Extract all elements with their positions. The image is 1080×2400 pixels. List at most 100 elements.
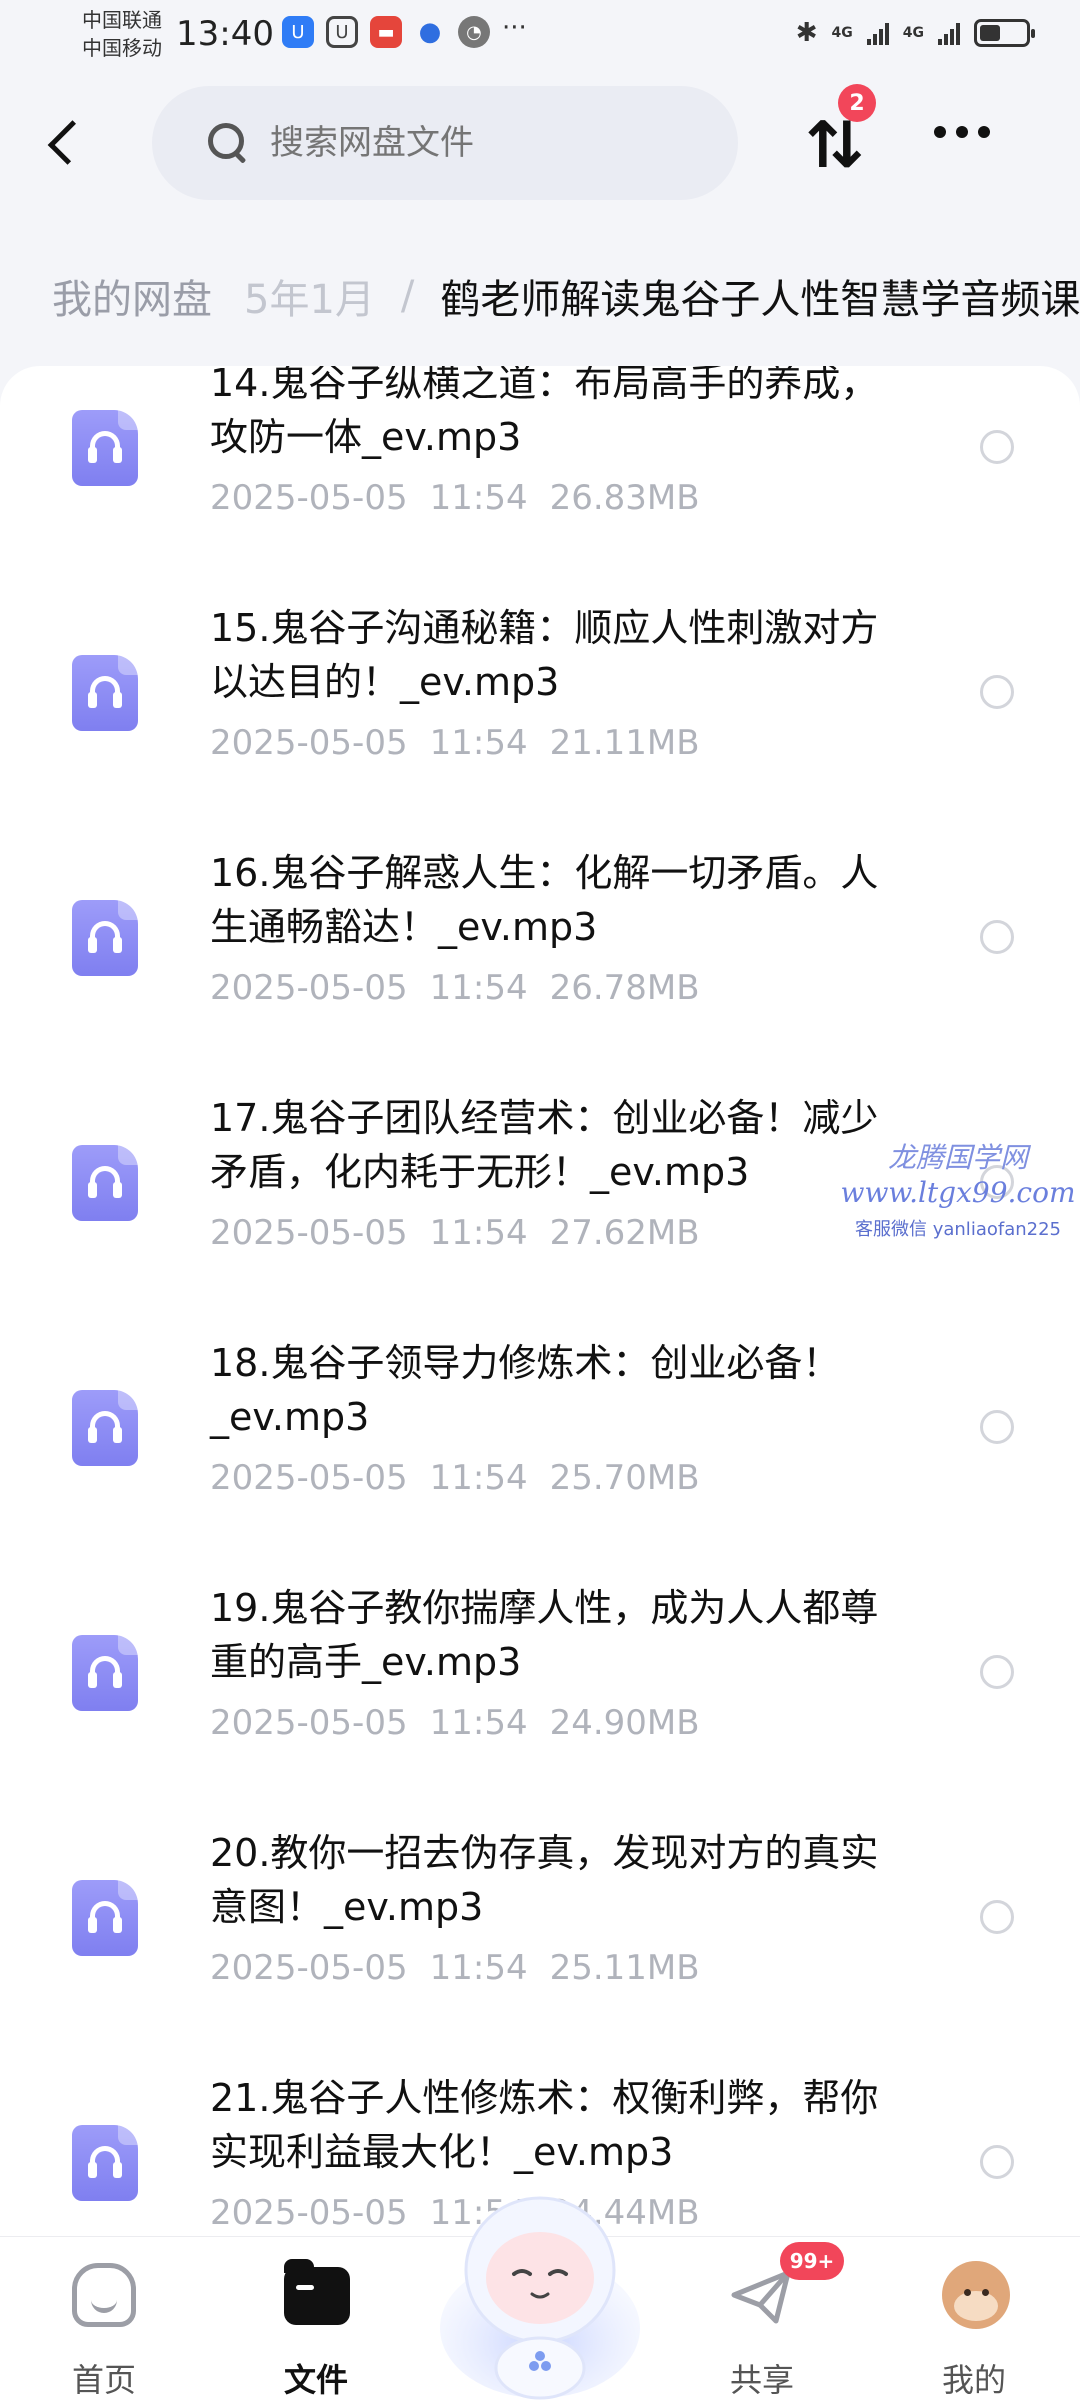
file-size: 21.11MB (549, 723, 700, 763)
breadcrumb-folder[interactable]: 5年1月 (244, 267, 375, 325)
back-button[interactable] (44, 112, 84, 172)
tab-home[interactable]: 首页 (34, 2237, 174, 2400)
headphones-icon (87, 431, 123, 465)
system-status: ✱ 4G 4G (795, 18, 1035, 48)
select-checkbox[interactable] (980, 1900, 1014, 1934)
more-notifications-icon: ··· (502, 13, 527, 43)
network-type-2: 4G (902, 25, 924, 41)
file-name: 14.鬼谷子纵横之道：布局高手的养成，攻防一体_ev.mp3 (210, 366, 879, 459)
tab-files-label: 文件 (283, 2361, 348, 2399)
breadcrumb-root[interactable]: 我的网盘 (52, 267, 212, 325)
file-date: 2025-05-05 (210, 1703, 408, 1743)
file-date: 2025-05-05 (210, 1213, 408, 1253)
tab-mine-label: 我的 (941, 2361, 1006, 2399)
baidu-paw-icon: ● (418, 17, 442, 47)
audio-file-icon (72, 655, 138, 731)
headphones-icon (87, 1901, 123, 1935)
bluetooth-icon: ✱ (795, 18, 818, 48)
select-checkbox[interactable] (980, 2145, 1014, 2179)
list-item[interactable]: 18.鬼谷子领导力修炼术：创业必备！_ev.mp3 2025-05-05 11:54… (0, 1336, 1080, 1581)
notification-icons: U U ▬ ● ◔ ··· (282, 13, 527, 48)
search-bar[interactable] (152, 86, 738, 200)
search-input[interactable] (270, 123, 690, 163)
file-meta: 2025-05-05 11:54 27.62MB (210, 1213, 700, 1253)
file-size: 27.62MB (549, 1213, 700, 1253)
headphones-icon (87, 1656, 123, 1690)
huawei-app-icon: ▬ (370, 16, 402, 48)
audio-file-icon (72, 1635, 138, 1711)
headphones-icon (87, 1411, 123, 1445)
carrier-info: 中国联通 中国移动 (82, 6, 162, 62)
file-size: 26.78MB (549, 968, 700, 1008)
app-notification-icon: U (282, 16, 314, 48)
battery-level (980, 25, 1000, 41)
headphones-icon (87, 2146, 123, 2180)
file-name: 20.教你一招去伪存真，发现对方的真实意图！_ev.mp3 (210, 1831, 879, 1929)
file-date: 2025-05-05 (210, 478, 408, 518)
transfer-count-badge: 2 (838, 84, 876, 122)
select-checkbox[interactable] (980, 1655, 1014, 1689)
tab-mine[interactable]: 我的 (904, 2237, 1044, 2400)
more-options-button[interactable] (934, 126, 990, 138)
file-name: 19.鬼谷子教你揣摩人性，成为人人都尊重的高手_ev.mp3 (210, 1586, 879, 1684)
file-size: 25.11MB (549, 1948, 700, 1988)
tab-share-label: 共享 (729, 2361, 794, 2399)
file-name: 16.鬼谷子解惑人生：化解一切矛盾。人生通畅豁达！_ev.mp3 (210, 851, 879, 949)
folder-icon (284, 2259, 350, 2325)
select-checkbox[interactable] (980, 1410, 1014, 1444)
battery-icon (974, 19, 1035, 47)
signal-icon-2 (938, 21, 960, 45)
watermark-title: 龙腾国学网 (887, 1141, 1028, 1174)
search-icon (208, 123, 248, 163)
watermark: 龙腾国学网 www.ltgx99.com 客服微信 yanliaofan225 (838, 1136, 1078, 1241)
status-bar: 中国联通 中国移动 13:40 U U ▬ ● ◔ ··· ✱ 4G 4G (0, 0, 1080, 72)
file-time: 11:54 (429, 968, 528, 1008)
file-time: 11:54 (429, 1213, 528, 1253)
file-meta: 2025-05-05 11:54 21.11MB (210, 723, 700, 763)
paper-plane-icon (731, 2270, 791, 2324)
list-item[interactable]: 20.教你一招去伪存真，发现对方的真实意图！_ev.mp3 2025-05-05 1… (0, 1826, 1080, 2071)
list-item[interactable]: 16.鬼谷子解惑人生：化解一切矛盾。人生通畅豁达！_ev.mp3 2025-05-… (0, 846, 1080, 1091)
headphones-icon (87, 921, 123, 955)
file-name: 21.鬼谷子人性修炼术：权衡利弊，帮你实现利益最大化！_ev.mp3 (210, 2076, 879, 2174)
file-date: 2025-05-05 (210, 723, 408, 763)
select-checkbox[interactable] (980, 430, 1014, 464)
file-name: 17.鬼谷子团队经营术：创业必备！减少矛盾，化内耗于无形！_ev.mp3 (210, 1096, 879, 1194)
breadcrumb-current-folder: 鹤老师解读鬼谷子人性智慧学音频课 (440, 277, 1080, 323)
file-date: 2025-05-05 (210, 2193, 408, 2233)
tab-files[interactable]: 文件 (246, 2237, 386, 2400)
carrier-1: 中国联通 (82, 8, 162, 32)
file-time: 11:54 (429, 1458, 528, 1498)
file-size: 25.70MB (549, 1458, 700, 1498)
select-checkbox[interactable] (980, 675, 1014, 709)
select-checkbox[interactable] (980, 920, 1014, 954)
network-type-1: 4G (831, 25, 853, 41)
file-name: 15.鬼谷子沟通秘籍：顺应人性刺激对方以达目的！_ev.mp3 (210, 606, 879, 704)
file-date: 2025-05-05 (210, 968, 408, 1008)
breadcrumb: 我的网盘 5年1月 / 鹤老师解读鬼谷子人性智慧学音频课 (0, 246, 1080, 346)
tab-home-label: 首页 (71, 2361, 136, 2399)
list-item[interactable]: 15.鬼谷子沟通秘籍：顺应人性刺激对方以达目的！_ev.mp3 2025-05-0… (0, 601, 1080, 846)
watermark-url: www.ltgx99.com (840, 1176, 1076, 1209)
file-meta: 2025-05-05 11:54 24.90MB (210, 1703, 700, 1743)
signal-icon-1 (866, 21, 889, 45)
file-meta: 2025-05-05 11:54 26.78MB (210, 968, 700, 1008)
file-date: 2025-05-05 (210, 1458, 408, 1498)
audio-file-icon (72, 2125, 138, 2201)
list-item[interactable]: 14.鬼谷子纵横之道：布局高手的养成，攻防一体_ev.mp3 2025-05-05… (0, 366, 1080, 601)
assistant-mascot-icon[interactable] (430, 2178, 650, 2400)
file-list: 14.鬼谷子纵横之道：布局高手的养成，攻防一体_ev.mp3 2025-05-05… (0, 366, 1080, 2236)
file-time: 11:54 (429, 1703, 528, 1743)
audio-file-icon (72, 900, 138, 976)
share-count-badge: 99+ (780, 2242, 844, 2280)
carrier-2: 中国移动 (82, 36, 162, 60)
app-notification-icon: U (326, 16, 358, 48)
avatar (942, 2261, 1010, 2329)
timer-icon: ◔ (458, 16, 490, 48)
list-item[interactable]: 19.鬼谷子教你揣摩人性，成为人人都尊重的高手_ev.mp3 2025-05-05… (0, 1581, 1080, 1826)
file-time: 11:54 (429, 1948, 528, 1988)
audio-file-icon (72, 1145, 138, 1221)
status-time: 13:40 (176, 14, 274, 54)
home-icon (72, 2263, 136, 2327)
file-meta: 2025-05-05 11:54 25.70MB (210, 1458, 700, 1498)
